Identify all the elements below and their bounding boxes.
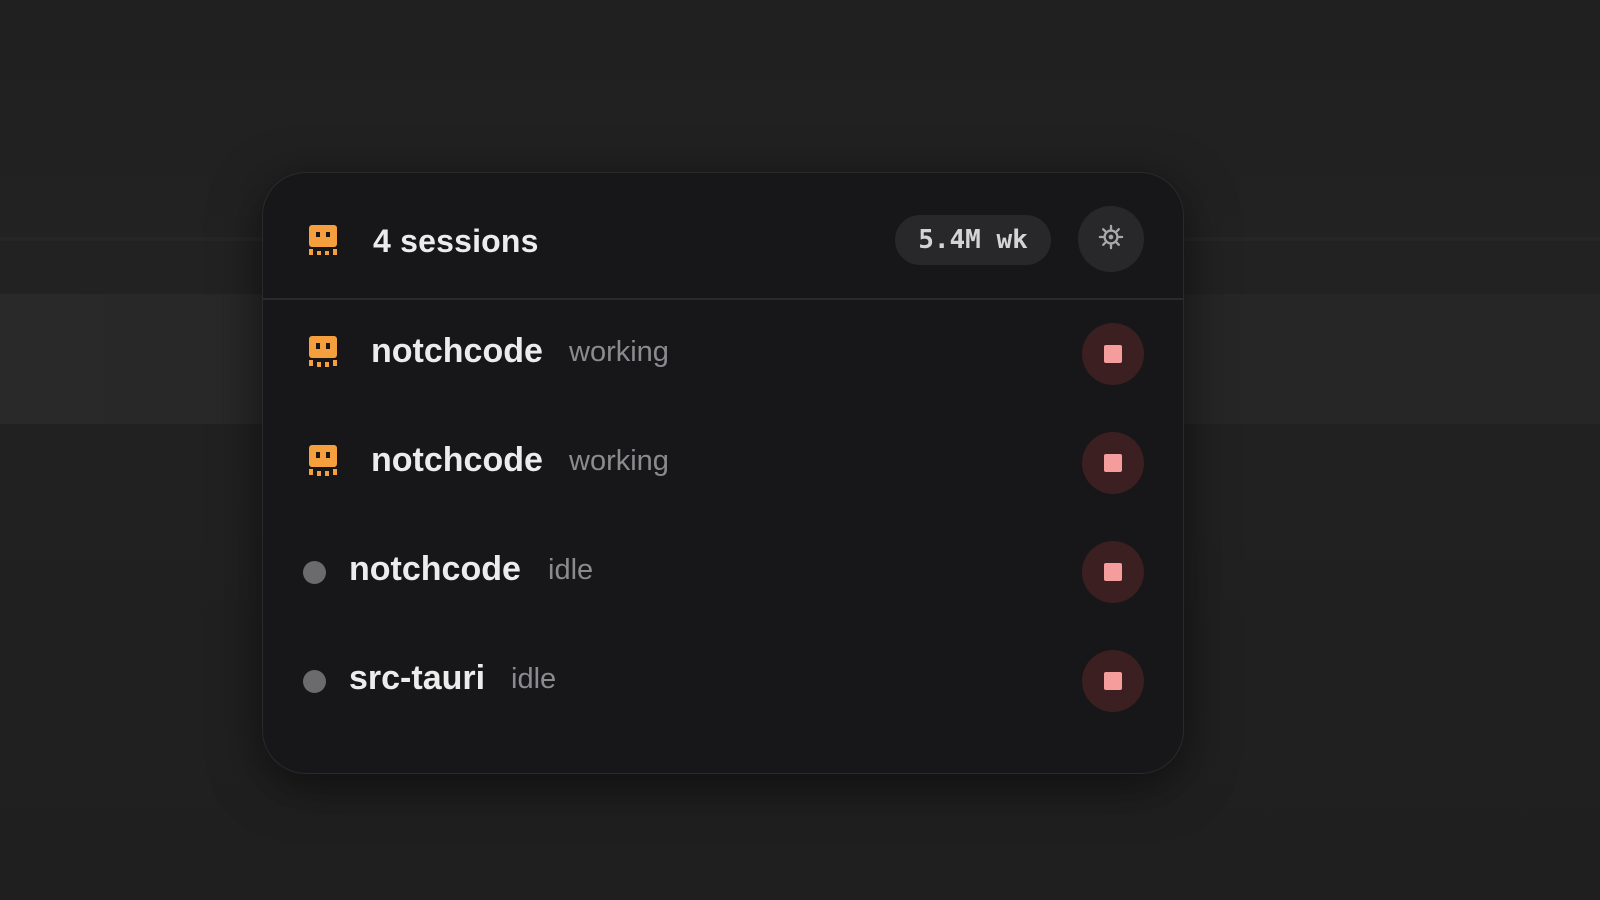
sessions-panel: 4 sessions 5.4M wk notchcode working not… [262, 172, 1184, 774]
session-name: notchcode [371, 441, 543, 479]
session-name: notchcode [349, 550, 521, 588]
session-name: src-tauri [349, 659, 486, 697]
session-row[interactable]: notchcode working [263, 300, 1183, 409]
panel-header: 4 sessions 5.4M wk [263, 173, 1183, 300]
stop-session-button[interactable] [1082, 323, 1144, 385]
session-status: idle [511, 663, 557, 695]
session-status: idle [548, 554, 594, 586]
gear-icon [1097, 223, 1125, 256]
stop-session-button[interactable] [1082, 650, 1144, 712]
robot-icon [307, 445, 339, 481]
session-row[interactable]: src-tauri idle [263, 627, 1183, 736]
robot-icon [307, 225, 339, 261]
stop-icon [1104, 672, 1122, 690]
session-count-title: 4 sessions [373, 223, 539, 259]
session-status: working [569, 336, 669, 368]
stop-session-button[interactable] [1082, 541, 1144, 603]
session-name: notchcode [371, 332, 543, 370]
idle-dot-icon [303, 561, 326, 584]
settings-button[interactable] [1078, 206, 1144, 272]
stop-icon [1104, 345, 1122, 363]
stop-session-button[interactable] [1082, 432, 1144, 494]
session-status: working [569, 445, 669, 477]
stop-icon [1104, 563, 1122, 581]
session-row[interactable]: notchcode idle [263, 518, 1183, 627]
idle-dot-icon [303, 670, 326, 693]
robot-icon [307, 336, 339, 372]
stop-icon [1104, 454, 1122, 472]
session-row[interactable]: notchcode working [263, 409, 1183, 518]
weekly-usage-badge: 5.4M wk [895, 215, 1051, 265]
